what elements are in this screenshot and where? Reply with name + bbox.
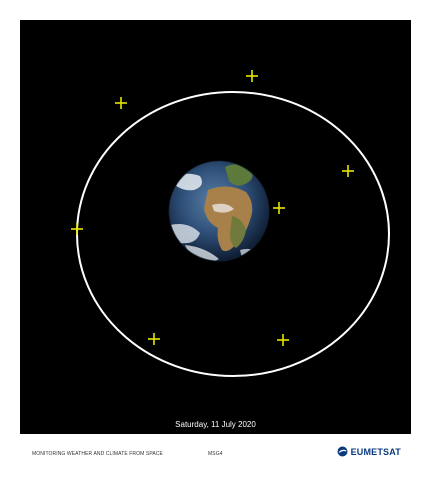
eumetsat-logo-icon [337,446,348,457]
eumetsat-logo: EUMETSAT [337,446,401,457]
satellite-label: MSG4 [208,451,223,457]
logo-text: EUMETSAT [350,446,401,457]
footer-tagline: MONITORING WEATHER AND CLIMATE FROM SPAC… [32,451,163,457]
satellite-marker [342,165,354,177]
orbit-scene: Saturday, 11 July 2020 [20,20,411,434]
satellite-marker [273,202,285,214]
satellite-marker [148,333,160,345]
satellite-marker [71,223,83,235]
satellite-marker [246,70,258,82]
satellite-marker [277,334,289,346]
satellite-marker [115,97,127,109]
orbit-diagram [71,70,390,377]
date-caption: Saturday, 11 July 2020 [175,420,256,429]
